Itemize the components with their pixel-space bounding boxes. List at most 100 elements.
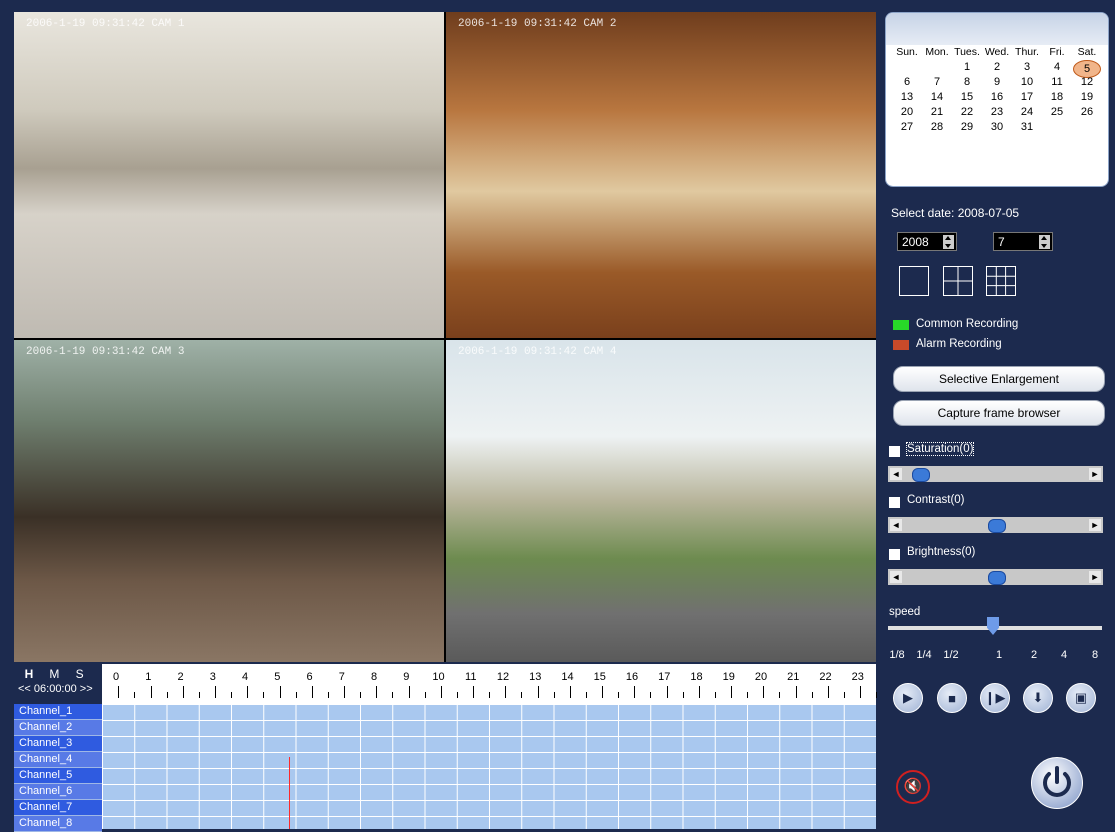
calendar-day[interactable]: 28 (922, 120, 952, 135)
calendar-day[interactable]: 11 (1042, 75, 1072, 90)
power-button[interactable] (1031, 757, 1083, 809)
calendar-day[interactable]: 31 (1012, 120, 1042, 135)
channel-row-label[interactable]: Channel_1 (14, 704, 102, 720)
calendar-day[interactable]: 18 (1042, 90, 1072, 105)
hour-tick (344, 686, 345, 698)
calendar-day[interactable]: 24 (1012, 105, 1042, 120)
channel-row-label[interactable]: Channel_3 (14, 736, 102, 752)
half-hour-tick (585, 692, 587, 698)
spin-arrows-icon[interactable] (943, 235, 954, 249)
play-button[interactable]: ▶ (893, 683, 923, 713)
time-scale[interactable]: 0 1 2 3 4 5 6 7 8 9 10 11 12 13 14 15 16 17 18 19 20 21 22 23 (102, 664, 877, 704)
camera-view-1[interactable]: 2006-1-19 09:31:42 CAM 1 (14, 12, 444, 338)
channel-row-label[interactable]: Channel_6 (14, 784, 102, 800)
channel-row-label[interactable]: Channel_7 (14, 800, 102, 816)
camera-view-2[interactable]: 2006-1-19 09:31:42 CAM 2 (446, 12, 876, 338)
calendar-day[interactable]: 15 (952, 90, 982, 105)
slider-left-arrow-icon[interactable]: ◄ (890, 519, 902, 531)
slider-right-arrow-icon[interactable]: ► (1089, 519, 1101, 531)
channel-row-label[interactable]: Channel_2 (14, 720, 102, 736)
channel-row-label[interactable]: Channel_4 (14, 752, 102, 768)
selective-enlargement-button[interactable]: Selective Enlargement (893, 366, 1105, 392)
calendar-day[interactable]: 2 (982, 60, 1012, 75)
slider-right-arrow-icon[interactable]: ► (1089, 468, 1101, 480)
calendar-day[interactable]: 19 (1072, 90, 1102, 105)
slider-thumb[interactable] (988, 519, 1006, 533)
save-button[interactable]: ▣ (1066, 683, 1096, 713)
calendar-day[interactable]: 7 (922, 75, 952, 90)
speed-slider-thumb[interactable] (987, 617, 999, 635)
channel-row-label[interactable]: Channel_5 (14, 768, 102, 784)
calendar-day[interactable]: 21 (922, 105, 952, 120)
calendar-day[interactable]: 12 (1072, 75, 1102, 90)
slider-left-arrow-icon[interactable]: ◄ (890, 571, 902, 583)
calendar-day[interactable]: 4 (1042, 60, 1072, 75)
channel-row-label[interactable]: Channel_8 (14, 816, 102, 832)
weekday-label: Mon. (925, 46, 949, 58)
layout-3x3-button[interactable] (986, 266, 1016, 296)
hour-tick (311, 686, 313, 698)
layout-2x2-button[interactable] (943, 266, 973, 296)
time-unit-selector: H M S << 06:00:00 >> (18, 667, 102, 695)
weekday-label: Thur. (1015, 46, 1039, 58)
second-unit-button[interactable]: S (69, 667, 91, 681)
time-range-nav[interactable]: << 06:00:00 >> (18, 683, 102, 695)
camera-osd: 2006-1-19 09:31:42 CAM 1 (26, 18, 185, 30)
calendar-day[interactable]: 29 (952, 120, 982, 135)
mute-button[interactable]: 🔇 (896, 770, 930, 804)
month-spinner[interactable]: 7 (993, 232, 1053, 251)
slider-right-arrow-icon[interactable]: ► (1089, 571, 1101, 583)
calendar-day[interactable]: 20 (892, 105, 922, 120)
calendar-day[interactable]: 13 (892, 90, 922, 105)
calendar-day[interactable]: 6 (892, 75, 922, 90)
weekday-label: Sun. (896, 46, 918, 58)
calendar-day[interactable]: 22 (952, 105, 982, 120)
calendar-day[interactable]: 17 (1012, 90, 1042, 105)
hour-tick-label: 18 (690, 671, 703, 683)
half-hour-tick (198, 692, 200, 698)
calendar-week: 27 28 29 30 31 (886, 120, 1108, 135)
calendar-day[interactable]: 27 (892, 120, 922, 135)
hour-unit-button[interactable]: H (18, 667, 40, 681)
slider-thumb[interactable] (912, 468, 930, 482)
calendar-day[interactable]: 25 (1042, 105, 1072, 120)
calendar-day[interactable]: 23 (982, 105, 1012, 120)
calendar-day[interactable]: 30 (982, 120, 1012, 135)
slider-thumb[interactable] (988, 571, 1006, 585)
calendar-day[interactable]: 14 (922, 90, 952, 105)
hour-tick (634, 686, 636, 698)
time-cursor[interactable] (289, 757, 291, 829)
calendar-day[interactable]: 9 (982, 75, 1012, 90)
half-hour-tick (876, 692, 877, 698)
stop-button[interactable]: ■ (937, 683, 967, 713)
half-hour-tick (521, 692, 523, 698)
half-hour-tick (618, 692, 619, 698)
capture-frame-browser-button[interactable]: Capture frame browser (893, 400, 1105, 426)
year-spinner[interactable]: 2008 (897, 232, 957, 251)
recording-grid[interactable] (102, 704, 876, 829)
download-button[interactable]: ⬇ (1023, 683, 1053, 713)
camera-view-3[interactable]: 2006-1-19 09:31:42 CAM 3 (14, 340, 444, 662)
brightness-checkbox[interactable] (889, 549, 900, 560)
brightness-slider[interactable]: ◄ ► (888, 569, 1103, 585)
calendar-day[interactable]: 5 (1072, 60, 1102, 78)
calendar-day[interactable]: 3 (1012, 60, 1042, 75)
weekday-label: Sat. (1077, 46, 1097, 58)
saturation-checkbox[interactable] (889, 446, 900, 457)
spin-arrows-icon[interactable] (1039, 235, 1050, 249)
camera-view-4[interactable]: 2006-1-19 09:31:42 CAM 4 (446, 340, 876, 662)
saturation-slider[interactable]: ◄ ► (888, 466, 1103, 482)
step-frame-button[interactable]: ❙▶ (980, 683, 1010, 713)
calendar-day[interactable]: 16 (982, 90, 1012, 105)
contrast-checkbox[interactable] (889, 497, 900, 508)
slider-left-arrow-icon[interactable]: ◄ (890, 468, 902, 480)
minute-unit-button[interactable]: M (43, 667, 65, 681)
calendar-day[interactable]: 1 (952, 60, 982, 75)
layout-1x1-button[interactable] (899, 266, 929, 296)
calendar-day[interactable]: 10 (1012, 75, 1042, 90)
hour-tick-label: 1 (145, 671, 152, 683)
calendar-day[interactable]: 26 (1072, 105, 1102, 120)
calendar-day[interactable]: 8 (952, 75, 982, 90)
contrast-slider[interactable]: ◄ ► (888, 517, 1103, 533)
video-grid: 2006-1-19 09:31:42 CAM 1 2006-1-19 09:31… (14, 12, 876, 662)
